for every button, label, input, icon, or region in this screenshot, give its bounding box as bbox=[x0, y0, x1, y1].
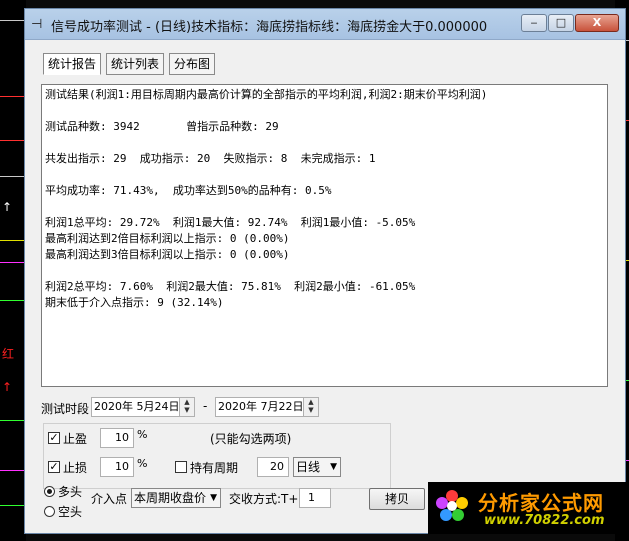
report-line: 测试品种数: 3942 曾指示品种数: 29 bbox=[45, 120, 279, 133]
watermark-name: 分析家公式网 bbox=[478, 491, 604, 515]
hold-period-checkbox[interactable] bbox=[175, 461, 187, 473]
stop-loss-unit: % bbox=[137, 457, 148, 470]
tab-distribution-chart[interactable]: 分布图 bbox=[169, 53, 215, 75]
report-line: 最高利润达到2倍目标利润以上指示: 0 (0.00%) bbox=[45, 232, 290, 245]
long-label: 多头 bbox=[58, 485, 83, 499]
chevron-down-icon: ▼ bbox=[330, 462, 337, 472]
options-group: ✓ 止盈 10 % (只能勾选两项) ✓ 止损 10 % 持有周期 20 日线 ▼ bbox=[43, 423, 391, 489]
trade-mode-label: 交收方式:T+ bbox=[229, 492, 299, 506]
test-period-label: 测试时段 bbox=[41, 402, 90, 416]
arrow-up-icon: ↑ bbox=[2, 380, 13, 394]
report-line: 期末低于介入点指示: 9 (32.14%) bbox=[45, 296, 224, 309]
background-chart-left: ↑ 红 ↑ bbox=[0, 0, 26, 541]
stop-loss-label: 止损 bbox=[63, 461, 88, 475]
arrow-up-icon: ↑ bbox=[2, 200, 13, 214]
hold-period-label: 持有周期 bbox=[190, 461, 239, 475]
report-line: 利润2总平均: 7.60% 利润2最大值: 75.81% 利润2最小值: -61… bbox=[45, 280, 416, 293]
short-radio[interactable] bbox=[44, 506, 55, 517]
report-line bbox=[45, 263, 604, 279]
stop-profit-checkbox[interactable]: ✓ bbox=[48, 432, 60, 444]
start-date-picker[interactable]: 2020年 5月24日 ▲ ▼ bbox=[91, 397, 195, 417]
report-line bbox=[45, 135, 604, 151]
flower-logo-icon bbox=[436, 490, 468, 521]
stop-loss-input[interactable]: 10 bbox=[100, 457, 134, 477]
report-line: 共发出指示: 29 成功指示: 20 失败指示: 8 未完成指示: 1 bbox=[45, 152, 376, 165]
spin-arrows-icon[interactable]: ▲ ▼ bbox=[179, 398, 194, 416]
report-line bbox=[45, 167, 604, 183]
trade-mode-input[interactable]: 1 bbox=[299, 488, 331, 508]
watermark-logo: 分析家公式网 www.70822.com bbox=[428, 482, 626, 534]
chevron-down-icon: ▼ bbox=[210, 493, 217, 503]
signal-test-dialog: ⊣ 信号成功率测试 - (日线)技术指标：海底捞指标线：海底捞金大于0.0000… bbox=[24, 8, 626, 534]
period-type-select[interactable]: 日线 ▼ bbox=[293, 457, 341, 477]
title-bar[interactable]: ⊣ 信号成功率测试 - (日线)技术指标：海底捞指标线：海底捞金大于0.0000… bbox=[25, 9, 625, 40]
maximize-button[interactable]: □ bbox=[548, 14, 574, 32]
report-line: 平均成功率: 71.43%, 成功率达到50%的品种有: 0.5% bbox=[45, 184, 332, 197]
minimize-button[interactable]: ‒ bbox=[521, 14, 547, 32]
report-line bbox=[45, 103, 604, 119]
report-textarea[interactable]: 测试结果(利润1:用目标周期内最高价计算的全部指示的平均利润,利润2:期末价平均… bbox=[41, 84, 608, 387]
entry-point-select[interactable]: 本周期收盘价 ▼ bbox=[131, 488, 221, 508]
tab-statistics-report[interactable]: 统计报告 bbox=[43, 53, 101, 75]
copy-button[interactable]: 拷贝 bbox=[369, 488, 425, 510]
spin-arrows-icon[interactable]: ▲ ▼ bbox=[303, 398, 318, 416]
chart-icon: ⊣ bbox=[31, 17, 43, 32]
report-line: 最高利润达到3倍目标利润以上指示: 0 (0.00%) bbox=[45, 248, 290, 261]
stop-profit-label: 止盈 bbox=[63, 432, 88, 446]
test-period-row: 测试时段 2020年 5月24日 ▲ ▼ - 2020年 7月22日 ▲ ▼ bbox=[41, 396, 371, 418]
tab-statistics-list[interactable]: 统计列表 bbox=[106, 53, 164, 75]
long-radio[interactable] bbox=[44, 486, 55, 497]
report-line: 利润1总平均: 29.72% 利润1最大值: 92.74% 利润1最小值: -5… bbox=[45, 216, 416, 229]
stop-loss-checkbox[interactable]: ✓ bbox=[48, 461, 60, 473]
close-button[interactable]: X bbox=[575, 14, 619, 32]
report-line bbox=[45, 199, 604, 215]
window-title: 信号成功率测试 - (日线)技术指标：海底捞指标线：海底捞金大于0.000000 bbox=[51, 20, 488, 35]
stop-profit-unit: % bbox=[137, 428, 148, 441]
watermark-url: www.70822.com bbox=[484, 513, 605, 528]
selection-note: (只能勾选两项) bbox=[210, 432, 292, 446]
hold-period-input[interactable]: 20 bbox=[257, 457, 289, 477]
entry-point-label: 介入点 bbox=[91, 492, 128, 506]
period-separator: - bbox=[203, 399, 208, 413]
stop-profit-input[interactable]: 10 bbox=[100, 428, 134, 448]
report-line: 测试结果(利润1:用目标周期内最高价计算的全部指示的平均利润,利润2:期末价平均… bbox=[45, 88, 488, 101]
end-date-picker[interactable]: 2020年 7月22日 ▲ ▼ bbox=[215, 397, 319, 417]
short-label: 空头 bbox=[58, 505, 83, 519]
background-glyph: 红 bbox=[2, 347, 15, 361]
